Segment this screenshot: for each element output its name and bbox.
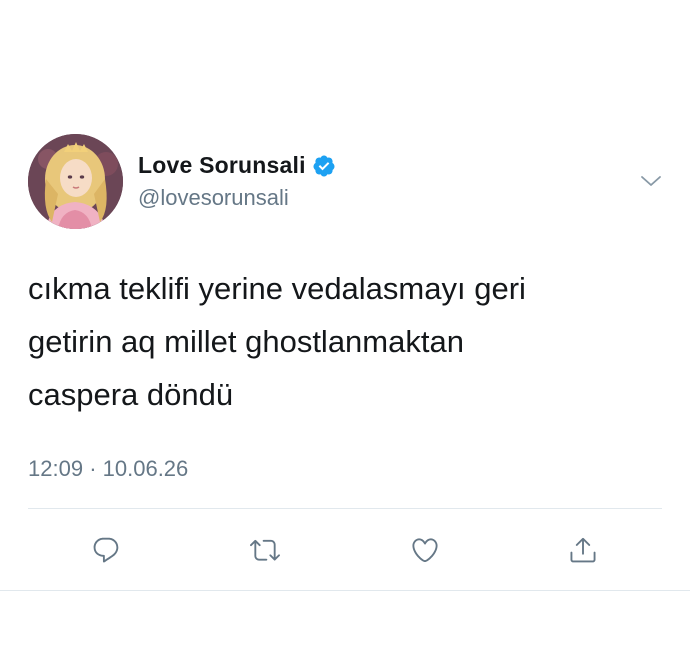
tweet-date: 10.06.26 [102, 456, 189, 481]
princess-avatar-image [28, 134, 123, 229]
tweet-time: 12:09 [28, 456, 84, 481]
like-button[interactable] [405, 532, 445, 568]
tweet-timestamp[interactable]: 12:09 · 10.06.26 [28, 456, 188, 482]
reply-button[interactable] [86, 532, 126, 568]
user-handle[interactable]: @lovesorunsali [138, 185, 289, 211]
tweet-text: cıkma teklifi yerine vedalasmayı geri ge… [28, 271, 526, 412]
retweet-button[interactable] [245, 532, 285, 568]
share-icon [570, 537, 596, 563]
share-button[interactable] [563, 532, 603, 568]
heart-icon [412, 538, 438, 563]
display-name[interactable]: Love Sorunsali [138, 152, 306, 179]
timestamp-separator: · [89, 456, 97, 481]
divider [28, 508, 662, 509]
bottom-divider [0, 590, 690, 591]
author-name-row: Love Sorunsali [138, 152, 336, 179]
tweet-card: Love Sorunsali @lovesorunsali cıkma tekl… [0, 0, 690, 670]
chevron-down-icon[interactable] [640, 173, 662, 189]
avatar[interactable] [28, 134, 123, 229]
retweet-icon [250, 539, 280, 561]
reply-icon [93, 537, 119, 563]
verified-badge-icon [312, 154, 336, 178]
